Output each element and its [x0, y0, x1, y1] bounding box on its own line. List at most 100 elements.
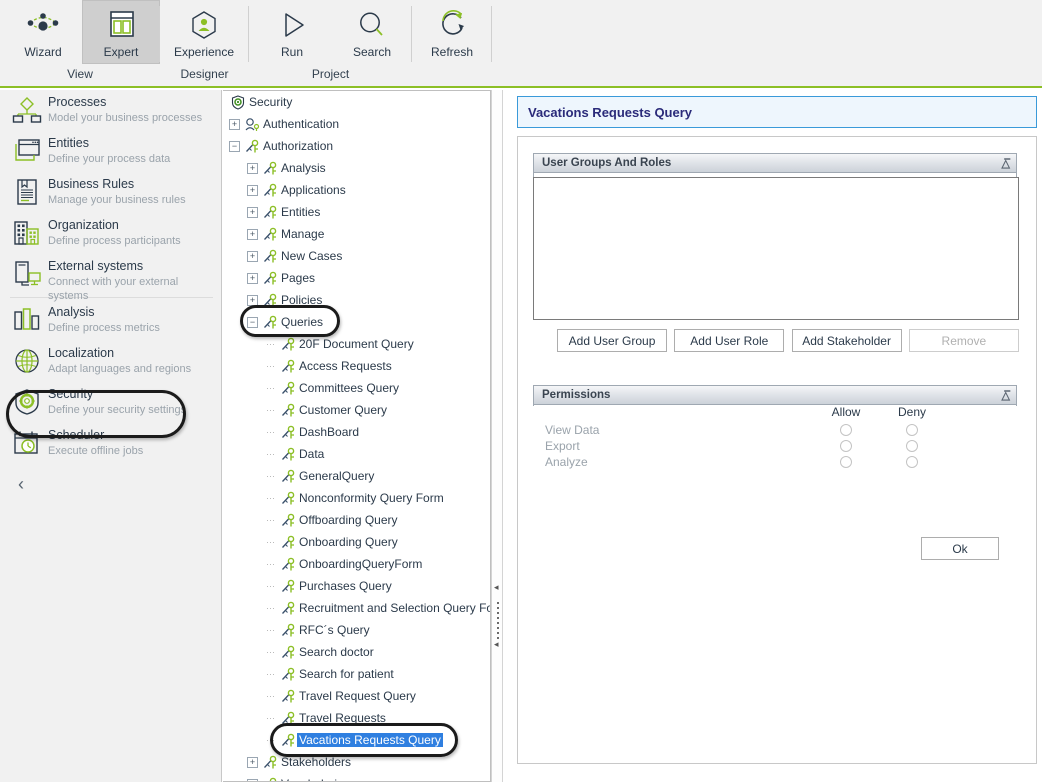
expert-button[interactable]: Expert [82, 0, 160, 64]
navigation-sidebar: Processes Model your business processes … [0, 90, 222, 782]
tree-node-travel-request-query[interactable]: ···Travel Request Query [223, 685, 490, 707]
splitter-collapse-left-icon[interactable]: ◂ [494, 582, 499, 593]
tree-node-label: Applications [279, 183, 348, 197]
refresh-button[interactable]: Refresh [412, 0, 492, 64]
tree-node-authentication[interactable]: +Authentication [223, 113, 490, 135]
search-button[interactable]: Search [332, 0, 412, 64]
tree-expand-icon[interactable]: + [247, 185, 258, 196]
permission-allow-radio[interactable] [840, 440, 852, 452]
experience-button[interactable]: Experience [164, 0, 244, 64]
scheduler-calendar-clock-icon [10, 427, 44, 459]
external-systems-icon [10, 258, 44, 290]
tree-node-20f-document-query[interactable]: ···20F Document Query [223, 333, 490, 355]
tree-node-queries[interactable]: −Queries [223, 311, 490, 333]
tree-node-root[interactable]: Security [223, 91, 490, 113]
sidebar-item-organization[interactable]: Organization Define process participants [0, 213, 221, 254]
query-key-icon [279, 425, 297, 440]
tree-node-label: Travel Request Query [297, 689, 418, 703]
tree-expand-icon[interactable]: + [247, 251, 258, 262]
tree-collapse-icon[interactable]: − [229, 141, 240, 152]
tree-node-label: Search doctor [297, 645, 376, 659]
key-icon [261, 755, 279, 770]
tree-node-committees-query[interactable]: ···Committees Query [223, 377, 490, 399]
sidebar-item-analysis[interactable]: Analysis Define process metrics [0, 300, 221, 341]
tree-node-authorization[interactable]: −Authorization [223, 135, 490, 157]
sidebar-item-processes[interactable]: Processes Model your business processes [0, 90, 221, 131]
query-key-icon [279, 711, 297, 726]
tree-node-data[interactable]: ···Data [223, 443, 490, 465]
tree-node-generalquery[interactable]: ···GeneralQuery [223, 465, 490, 487]
tree-expand-icon[interactable]: + [247, 229, 258, 240]
user-groups-and-roles-listbox[interactable] [533, 177, 1019, 320]
sidebar-collapse-button[interactable]: ‹ [0, 464, 221, 504]
chevron-up-icon-2[interactable]: △̅ [1002, 389, 1010, 402]
tree-node-onboarding-query[interactable]: ···Onboarding Query [223, 531, 490, 553]
ok-button[interactable]: Ok [921, 537, 999, 560]
sidebar-item-external-systems[interactable]: External systems Connect with your exter… [0, 254, 221, 295]
key-icon [261, 777, 279, 782]
tree-node-search-doctor[interactable]: ···Search doctor [223, 641, 490, 663]
tree-expand-icon[interactable]: + [247, 273, 258, 284]
tree-node-search-for-patient[interactable]: ···Search for patient [223, 663, 490, 685]
permission-label: Analyze [533, 455, 813, 469]
tree-node-policies[interactable]: +Policies [223, 289, 490, 311]
permission-deny-radio[interactable] [906, 424, 918, 436]
tree-node-vacations-requests-query[interactable]: ···Vacations Requests Query [223, 729, 490, 751]
user-groups-and-roles-header[interactable]: User Groups And Roles △̅ [534, 154, 1016, 173]
sidebar-item-entities[interactable]: Entities Define your process data [0, 131, 221, 172]
tree-node-rfc-s-query[interactable]: ···RFC´s Query [223, 619, 490, 641]
sidebar-item-localization[interactable]: Localization Adapt languages and regions [0, 341, 221, 382]
tree-expand-icon[interactable]: + [229, 119, 240, 130]
permissions-deny-header: Deny [879, 405, 945, 422]
query-key-icon [279, 733, 297, 748]
sidebar-item-analysis-title: Analysis [48, 305, 160, 320]
key-icon [261, 183, 279, 198]
tree-collapse-icon[interactable]: − [247, 317, 258, 328]
tree-expand-icon[interactable]: + [247, 295, 258, 306]
tree-expand-icon[interactable]: + [247, 207, 258, 218]
run-play-icon [275, 5, 309, 45]
ribbon-group-refresh: Refresh [412, 0, 492, 86]
permission-allow-radio[interactable] [840, 456, 852, 468]
permission-deny-radio[interactable] [906, 440, 918, 452]
tree-node-recruitment-and-selection-query-for[interactable]: ···Recruitment and Selection Query For [223, 597, 490, 619]
tree-expand-icon[interactable]: + [247, 757, 258, 768]
tree-node-nonconformity-query-form[interactable]: ···Nonconformity Query Form [223, 487, 490, 509]
permission-allow-radio[interactable] [840, 424, 852, 436]
panel-splitter[interactable]: ◂ ◂ [491, 90, 503, 782]
sidebar-item-processes-subtitle: Model your business processes [48, 111, 202, 125]
permissions-header[interactable]: Permissions △̅ [534, 386, 1016, 405]
sidebar-item-scheduler[interactable]: Scheduler Execute offline jobs [0, 423, 221, 464]
add-user-role-button[interactable]: Add User Role [674, 329, 784, 352]
permission-deny-radio[interactable] [906, 456, 918, 468]
entities-window-icon [10, 135, 44, 167]
tree-node-entities[interactable]: +Entities [223, 201, 490, 223]
tree-node-onboardingqueryform[interactable]: ···OnboardingQueryForm [223, 553, 490, 575]
tree-node-dashboard[interactable]: ···DashBoard [223, 421, 490, 443]
tree-node-offboarding-query[interactable]: ···Offboarding Query [223, 509, 490, 531]
tree-node-label: Committees Query [297, 381, 401, 395]
wizard-button[interactable]: Wizard [4, 0, 82, 64]
tree-node-access-requests[interactable]: ···Access Requests [223, 355, 490, 377]
add-stakeholder-button[interactable]: Add Stakeholder [792, 329, 902, 352]
tree-node-manage[interactable]: +Manage [223, 223, 490, 245]
tree-node-applications[interactable]: + Applications [223, 179, 490, 201]
sidebar-item-security[interactable]: Security Define your security settings [0, 382, 221, 423]
tree-node-vocabularies[interactable]: −Vocabularies [223, 773, 490, 782]
tree-node-customer-query[interactable]: ···Customer Query [223, 399, 490, 421]
tree-node-purchases-query[interactable]: ···Purchases Query [223, 575, 490, 597]
query-key-icon [279, 381, 297, 396]
chevron-up-icon[interactable]: △̅ [1002, 157, 1010, 170]
tree-collapse-icon[interactable]: − [247, 779, 258, 782]
tree-node-new-cases[interactable]: +New Cases [223, 245, 490, 267]
run-button[interactable]: Run [252, 0, 332, 64]
tree-expand-icon[interactable]: + [247, 163, 258, 174]
tree-node-label: DashBoard [297, 425, 361, 439]
tree-node-stakeholders[interactable]: +Stakeholders [223, 751, 490, 773]
tree-node-pages[interactable]: +Pages [223, 267, 490, 289]
tree-node-travel-requests[interactable]: ···Travel Requests [223, 707, 490, 729]
add-user-group-button[interactable]: Add User Group [557, 329, 667, 352]
tree-node-list: +Authentication−Authorization+Analysis+A… [223, 113, 490, 782]
sidebar-item-business-rules[interactable]: Business Rules Manage your business rule… [0, 172, 221, 213]
tree-node-analysis[interactable]: +Analysis [223, 157, 490, 179]
